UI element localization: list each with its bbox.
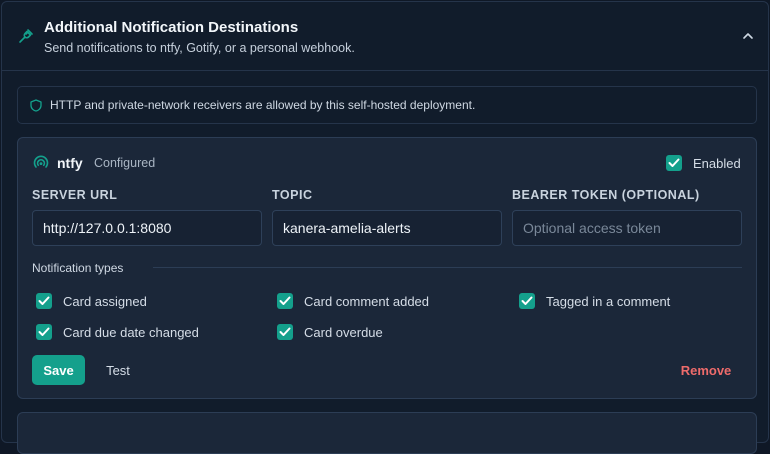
server-url-label: SERVER URL — [32, 188, 118, 202]
ntfy-destination-card: ntfy Configured Enabled SERVER URL TOPIC… — [17, 137, 757, 399]
check-icon — [279, 327, 291, 336]
topic-label: TOPIC — [272, 188, 313, 202]
enabled-checkbox[interactable] — [666, 155, 682, 171]
enabled-label: Enabled — [693, 156, 741, 171]
next-destination-card — [17, 412, 757, 454]
check-icon — [38, 327, 50, 336]
section-title: Additional Notification Destinations — [44, 19, 299, 36]
chevron-up-icon[interactable] — [741, 31, 755, 41]
type-label-card-due-date-changed: Card due date changed — [63, 325, 199, 340]
remove-button[interactable]: Remove — [668, 355, 744, 385]
type-label-tagged-in-comment: Tagged in a comment — [546, 294, 671, 309]
type-checkbox-card-due-date-changed[interactable] — [36, 324, 52, 340]
panel-header[interactable]: Additional Notification Destinations Sen… — [2, 2, 768, 71]
type-checkbox-card-comment-added[interactable] — [277, 293, 293, 309]
private-network-notice: HTTP and private-network receivers are a… — [17, 86, 757, 124]
check-icon — [38, 296, 50, 305]
divider — [153, 267, 742, 268]
check-icon — [279, 296, 291, 305]
check-icon — [668, 158, 680, 167]
notice-text: HTTP and private-network receivers are a… — [50, 98, 476, 112]
test-button[interactable]: Test — [93, 355, 143, 385]
type-checkbox-card-overdue[interactable] — [277, 324, 293, 340]
type-label-card-comment-added: Card comment added — [304, 294, 430, 309]
notification-types-label: Notification types — [32, 261, 124, 275]
check-icon — [521, 296, 533, 305]
server-url-input[interactable] — [32, 210, 262, 246]
section-subtitle: Send notifications to ntfy, Gotify, or a… — [44, 41, 355, 55]
topic-input[interactable] — [272, 210, 502, 246]
type-label-card-overdue: Card overdue — [304, 325, 383, 340]
type-checkbox-tagged-in-comment[interactable] — [519, 293, 535, 309]
destination-name: ntfy — [57, 155, 83, 171]
notification-destinations-panel: Additional Notification Destinations Sen… — [1, 1, 769, 454]
broadcast-icon — [33, 155, 49, 168]
destination-status: Configured — [94, 156, 156, 170]
plug-icon — [19, 29, 33, 43]
bearer-token-label: BEARER TOKEN (OPTIONAL) — [512, 188, 700, 202]
save-button[interactable]: Save — [32, 355, 85, 385]
bearer-token-input[interactable] — [512, 210, 742, 246]
type-checkbox-card-assigned[interactable] — [36, 293, 52, 309]
shield-icon — [30, 99, 42, 112]
type-label-card-assigned: Card assigned — [63, 294, 147, 309]
